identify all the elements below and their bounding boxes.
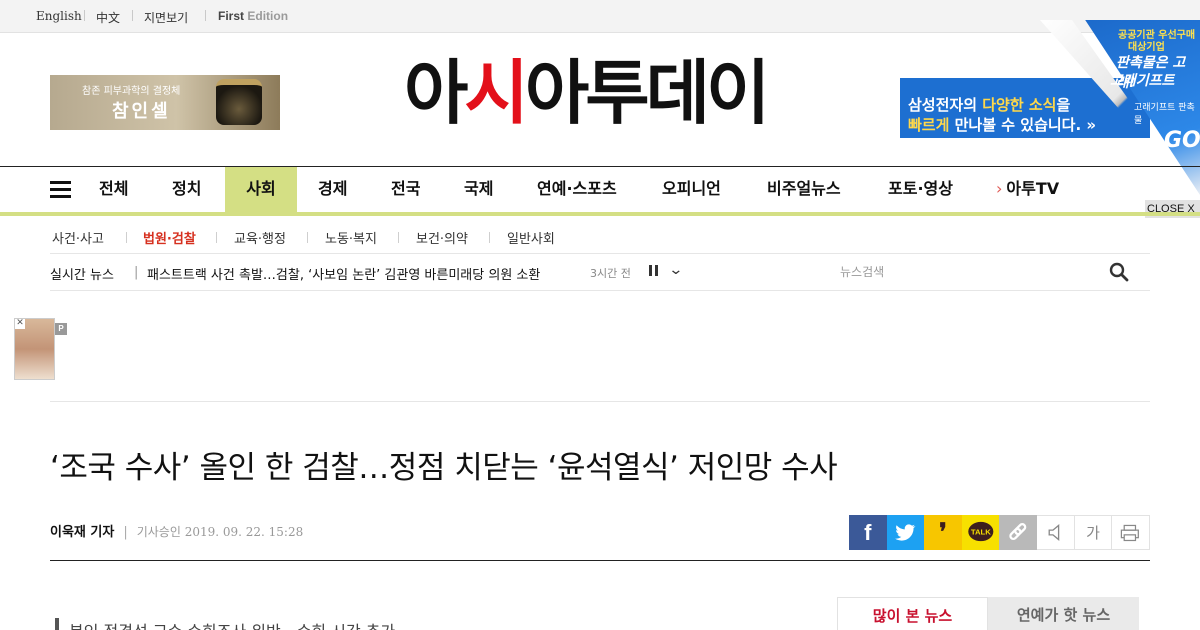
pause-icon[interactable] [649, 265, 661, 277]
speaker-icon [1048, 524, 1060, 541]
kakao-story-icon: ❜ [939, 519, 947, 546]
nav-item-atoo-tv-label: 아투TV [1006, 179, 1060, 198]
kakao-talk-share-button[interactable]: TALK [961, 515, 1000, 550]
logo-part-1: 아 [404, 52, 468, 134]
nav-item-politics[interactable]: 정치 [172, 167, 201, 212]
ad-left-brand: 참인셀 [112, 101, 171, 122]
ticker-time-ago: 3시간 전 [590, 267, 631, 280]
sub-nav: 사건·사고 법원·검찰 교육·행정 노동·복지 보건·의약 일반사회 [50, 220, 1150, 254]
subnav-divider [489, 232, 490, 243]
divider [50, 401, 1150, 402]
nav-item-national[interactable]: 전국 [391, 167, 420, 212]
article-title: ‘조국 수사’ 올인 한 검찰…정점 치닫는 ‘윤석열식’ 저인망 수사 [50, 450, 838, 486]
article-header-divider [50, 560, 1150, 561]
subnav-item-health-medicine[interactable]: 보건·의약 [416, 228, 468, 247]
kakao-talk-icon: TALK [968, 521, 994, 542]
print-button[interactable] [1112, 515, 1150, 550]
utility-divider [132, 10, 133, 21]
menu-icon[interactable] [50, 181, 71, 199]
ad-right-highlight: 빠르게 [908, 116, 950, 134]
copy-link-button[interactable] [999, 515, 1038, 550]
nav-item-atoo-tv[interactable]: › 아투TV [996, 167, 1059, 212]
logo-part-2: 시 [464, 52, 528, 134]
chevron-right-icon: › [996, 179, 1003, 198]
search-icon[interactable] [1109, 262, 1129, 282]
subnav-item-incidents[interactable]: 사건·사고 [52, 228, 104, 247]
article-date: 기사승인 2019. 09. 22. 15:28 [136, 525, 304, 539]
tab-most-read[interactable]: 많이 본 뉴스 [837, 597, 988, 630]
peel-ad-line4: 고래기프트 [1110, 73, 1175, 89]
lang-chinese-link[interactable]: 中文 [96, 9, 120, 26]
close-icon[interactable]: ✕ [15, 319, 25, 329]
subnav-item-labor-welfare[interactable]: 노동·복지 [325, 228, 377, 247]
lang-english-link[interactable]: English [36, 9, 82, 23]
first-edition-link[interactable]: First Edition [218, 9, 288, 23]
byline-separator: | [123, 525, 128, 540]
ticker-label: 실시간 뉴스 [50, 268, 114, 283]
nav-item-all[interactable]: 전체 [99, 167, 128, 212]
paper-view-link[interactable]: 지면보기 [144, 9, 188, 26]
print-icon [1121, 524, 1140, 542]
font-size-label: 가 [1086, 524, 1100, 542]
utility-divider [205, 10, 206, 21]
tab-entertainment-hot[interactable]: 연예가 핫 뉴스 [988, 597, 1139, 630]
sidebar-tabs: 많이 본 뉴스 연예가 핫 뉴스 [837, 597, 1140, 630]
site-logo[interactable]: 아시아투데이 [404, 58, 770, 128]
subnav-item-education-admin[interactable]: 교육·행정 [234, 228, 286, 247]
ad-right-text: 삼성전자의 [908, 96, 983, 114]
nav-item-visual-news[interactable]: 비주얼뉴스 [767, 167, 841, 212]
ad-left-tagline: 참존 피부과학의 결정체 [82, 86, 181, 97]
news-search-input[interactable] [840, 260, 1140, 284]
read-aloud-button[interactable] [1037, 515, 1075, 550]
nav-item-photo-video[interactable]: 포토·영상 [888, 167, 953, 212]
article-summary: 본인 적격성 교수 수회조사 위반…수회 시간 추가 [55, 618, 395, 630]
nav-item-opinion[interactable]: 오피니언 [662, 167, 721, 212]
subnav-divider [398, 232, 399, 243]
ticker-headline[interactable]: 패스트트랙 사건 촉발…검찰, ‘사보임 논란’ 김관영 바른미래당 의원 소환 [147, 264, 567, 283]
svg-text:TALK: TALK [971, 527, 991, 536]
ticker-separator: | [134, 265, 139, 280]
font-size-button[interactable]: 가 [1074, 515, 1113, 550]
article-author[interactable]: 이욱재 기자 [50, 525, 114, 540]
link-icon [1009, 523, 1027, 541]
subnav-divider [126, 232, 127, 243]
edition-label: Edition [247, 9, 289, 23]
peel-ad-line2: 대상기업 [1128, 42, 1165, 53]
main-nav: 전체 정치 사회 경제 전국 국제 연예·스포츠 오피니언 비주얼뉴스 포토·영… [0, 166, 1200, 216]
live-news-ticker: 실시간 뉴스 | 패스트트랙 사건 촉발…검찰, ‘사보임 논란’ 김관영 바른… [50, 254, 1150, 291]
twitter-share-button[interactable] [886, 515, 925, 550]
nav-item-society[interactable]: 사회 [225, 167, 297, 212]
article-byline: 이욱재 기자 | 기사승인 2019. 09. 22. 15:28 [50, 521, 303, 540]
floating-side-ad[interactable]: ✕ [14, 318, 55, 380]
share-toolbar: f ❜ TALK 가 [849, 515, 1150, 550]
utility-divider [84, 10, 85, 21]
facebook-icon: f [864, 519, 872, 545]
ad-badge: P [55, 323, 67, 335]
subnav-divider [307, 232, 308, 243]
facebook-share-button[interactable]: f [849, 515, 887, 550]
cosmetic-jar-image [216, 79, 262, 125]
peel-ad-go: GO [1164, 128, 1200, 153]
twitter-icon [894, 524, 916, 541]
subnav-item-general-society[interactable]: 일반사회 [507, 228, 555, 247]
subnav-item-court-prosecution[interactable]: 법원·검찰 [143, 228, 196, 247]
subnav-divider [216, 232, 217, 243]
logo-part-3: 아투데이 [524, 52, 771, 134]
utility-bar: English 中文 지면보기 First Edition [0, 0, 1200, 33]
nav-item-international[interactable]: 국제 [464, 167, 493, 212]
first-label: First [218, 9, 245, 23]
peel-ad-line5: 고래기프트 판촉물 [1134, 103, 1195, 126]
nav-item-economy[interactable]: 경제 [318, 167, 347, 212]
banner-ad-left[interactable]: 참존 피부과학의 결정체 참인셀 [50, 75, 280, 130]
kakao-story-share-button[interactable]: ❜ [924, 515, 962, 550]
nav-item-entertainment-sports[interactable]: 연예·스포츠 [537, 167, 617, 212]
chevron-down-icon[interactable]: ⌄ [668, 262, 683, 278]
